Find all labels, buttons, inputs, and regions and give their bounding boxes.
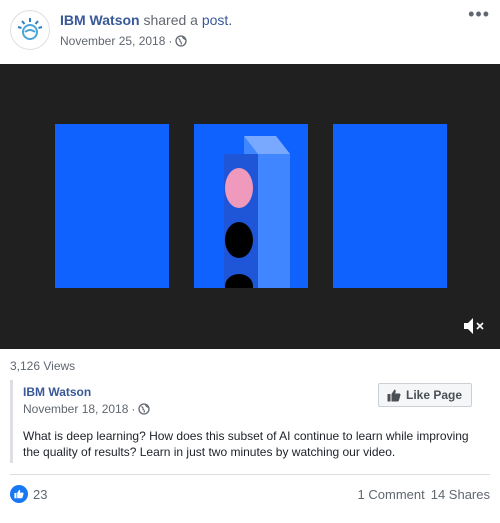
reaction-count: 23 — [33, 486, 48, 502]
post-author-line: IBM Watson shared a post. — [60, 12, 232, 28]
reaction-summary[interactable]: 23 — [10, 485, 47, 503]
more-options-button[interactable]: ••• — [468, 4, 490, 25]
like-page-button[interactable]: Like Page — [378, 383, 473, 407]
comments-count-link[interactable]: 1 Comment — [358, 487, 425, 502]
shared-post-date[interactable]: November 18, 2018 — [23, 402, 128, 416]
video-panel-right — [333, 124, 447, 288]
page-avatar[interactable] — [10, 10, 50, 50]
view-count: 3,126 Views — [10, 359, 76, 373]
ibm-watson-logo-icon — [17, 18, 43, 40]
meta-separator: · — [168, 34, 173, 48]
mute-button[interactable] — [462, 316, 486, 341]
shared-post-meta: November 18, 2018 · — [23, 402, 151, 416]
post-stats: 1 Comment 14 Shares — [358, 487, 490, 502]
shared-post-author[interactable]: IBM Watson — [23, 385, 91, 399]
shares-count-link[interactable]: 14 Shares — [431, 487, 490, 502]
post-date[interactable]: November 25, 2018 — [60, 34, 165, 48]
globe-icon[interactable] — [138, 403, 151, 415]
post-action-text: shared a — [143, 12, 198, 28]
post-link[interactable]: post. — [202, 12, 232, 28]
post-meta: November 25, 2018 · — [60, 34, 188, 48]
thumbs-up-icon — [14, 489, 24, 499]
globe-icon[interactable] — [175, 35, 188, 47]
shared-post: IBM Watson November 18, 2018 · Like Page… — [10, 380, 490, 463]
video-player[interactable] — [0, 64, 500, 349]
shared-post-text: What is deep learning? How does this sub… — [23, 429, 469, 459]
thumbs-up-icon — [387, 389, 401, 401]
video-panel-left — [55, 124, 169, 288]
post-header: IBM Watson shared a post. November 25, 2… — [0, 0, 500, 62]
post-author-link[interactable]: IBM Watson — [60, 12, 140, 28]
footer-divider — [10, 474, 490, 475]
video-panel-center — [194, 124, 308, 298]
like-page-label: Like Page — [406, 388, 463, 402]
like-reaction-icon — [10, 485, 28, 503]
meta-separator: · — [131, 402, 136, 416]
traffic-light-illustration — [224, 136, 290, 298]
mute-icon — [464, 318, 484, 334]
